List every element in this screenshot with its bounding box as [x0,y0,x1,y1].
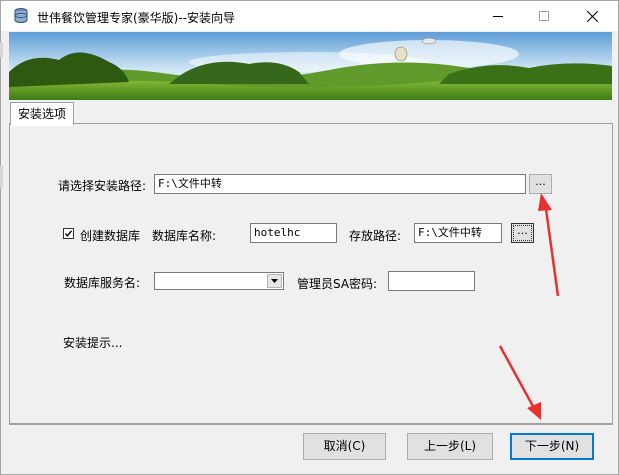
install-path-input[interactable]: F:\文件中转 [154,174,526,194]
db-name-input[interactable]: hotelhc [250,223,337,243]
install-path-label: 请选择安装路径: [58,179,147,193]
close-button[interactable] [569,1,615,31]
dropdown-arrow-button[interactable] [267,274,282,288]
install-path-browse-button[interactable]: ... [529,174,552,194]
db-name-label: 数据库名称: [152,229,217,243]
db-server-combobox[interactable] [154,272,284,290]
tab-install-options[interactable]: 安装选项 [10,102,74,126]
installer-window: 世伟餐饮管理专家(豪华版)--安装向导 安装选项 请选择安装路径: F:\文件中… [0,0,619,475]
create-database-label: 创建数据库 [80,229,141,243]
minimize-button[interactable] [475,1,521,31]
background-window-edge [0,43,3,57]
sa-password-input[interactable] [388,271,475,291]
background-window-edge [0,166,3,188]
footer-divider [9,423,612,424]
create-database-checkbox[interactable] [63,228,74,239]
next-button[interactable]: 下一步(N) [510,433,594,460]
close-icon [586,10,598,22]
checkmark-icon [64,230,73,237]
database-app-icon [13,7,29,25]
title-bar[interactable]: 世伟餐饮管理专家(豪华版)--安装向导 [1,1,618,31]
store-path-browse-button[interactable]: ... [511,223,534,243]
store-path-label: 存放路径: [349,229,402,243]
cancel-button[interactable]: 取消(C) [303,433,386,460]
previous-button[interactable]: 上一步(L) [407,433,493,460]
maximize-button[interactable] [521,1,567,31]
install-hint-text: 安装提示... [63,336,123,350]
maximize-icon [539,11,549,21]
window-title: 世伟餐饮管理专家(豪华版)--安装向导 [37,11,236,25]
minimize-icon [493,16,503,17]
header-banner-image [9,32,612,100]
sa-password-label: 管理员SA密码: [297,277,378,291]
db-server-label: 数据库服务名: [64,276,141,290]
chevron-down-icon [271,279,278,283]
store-path-input[interactable]: F:\文件中转 [414,223,502,243]
